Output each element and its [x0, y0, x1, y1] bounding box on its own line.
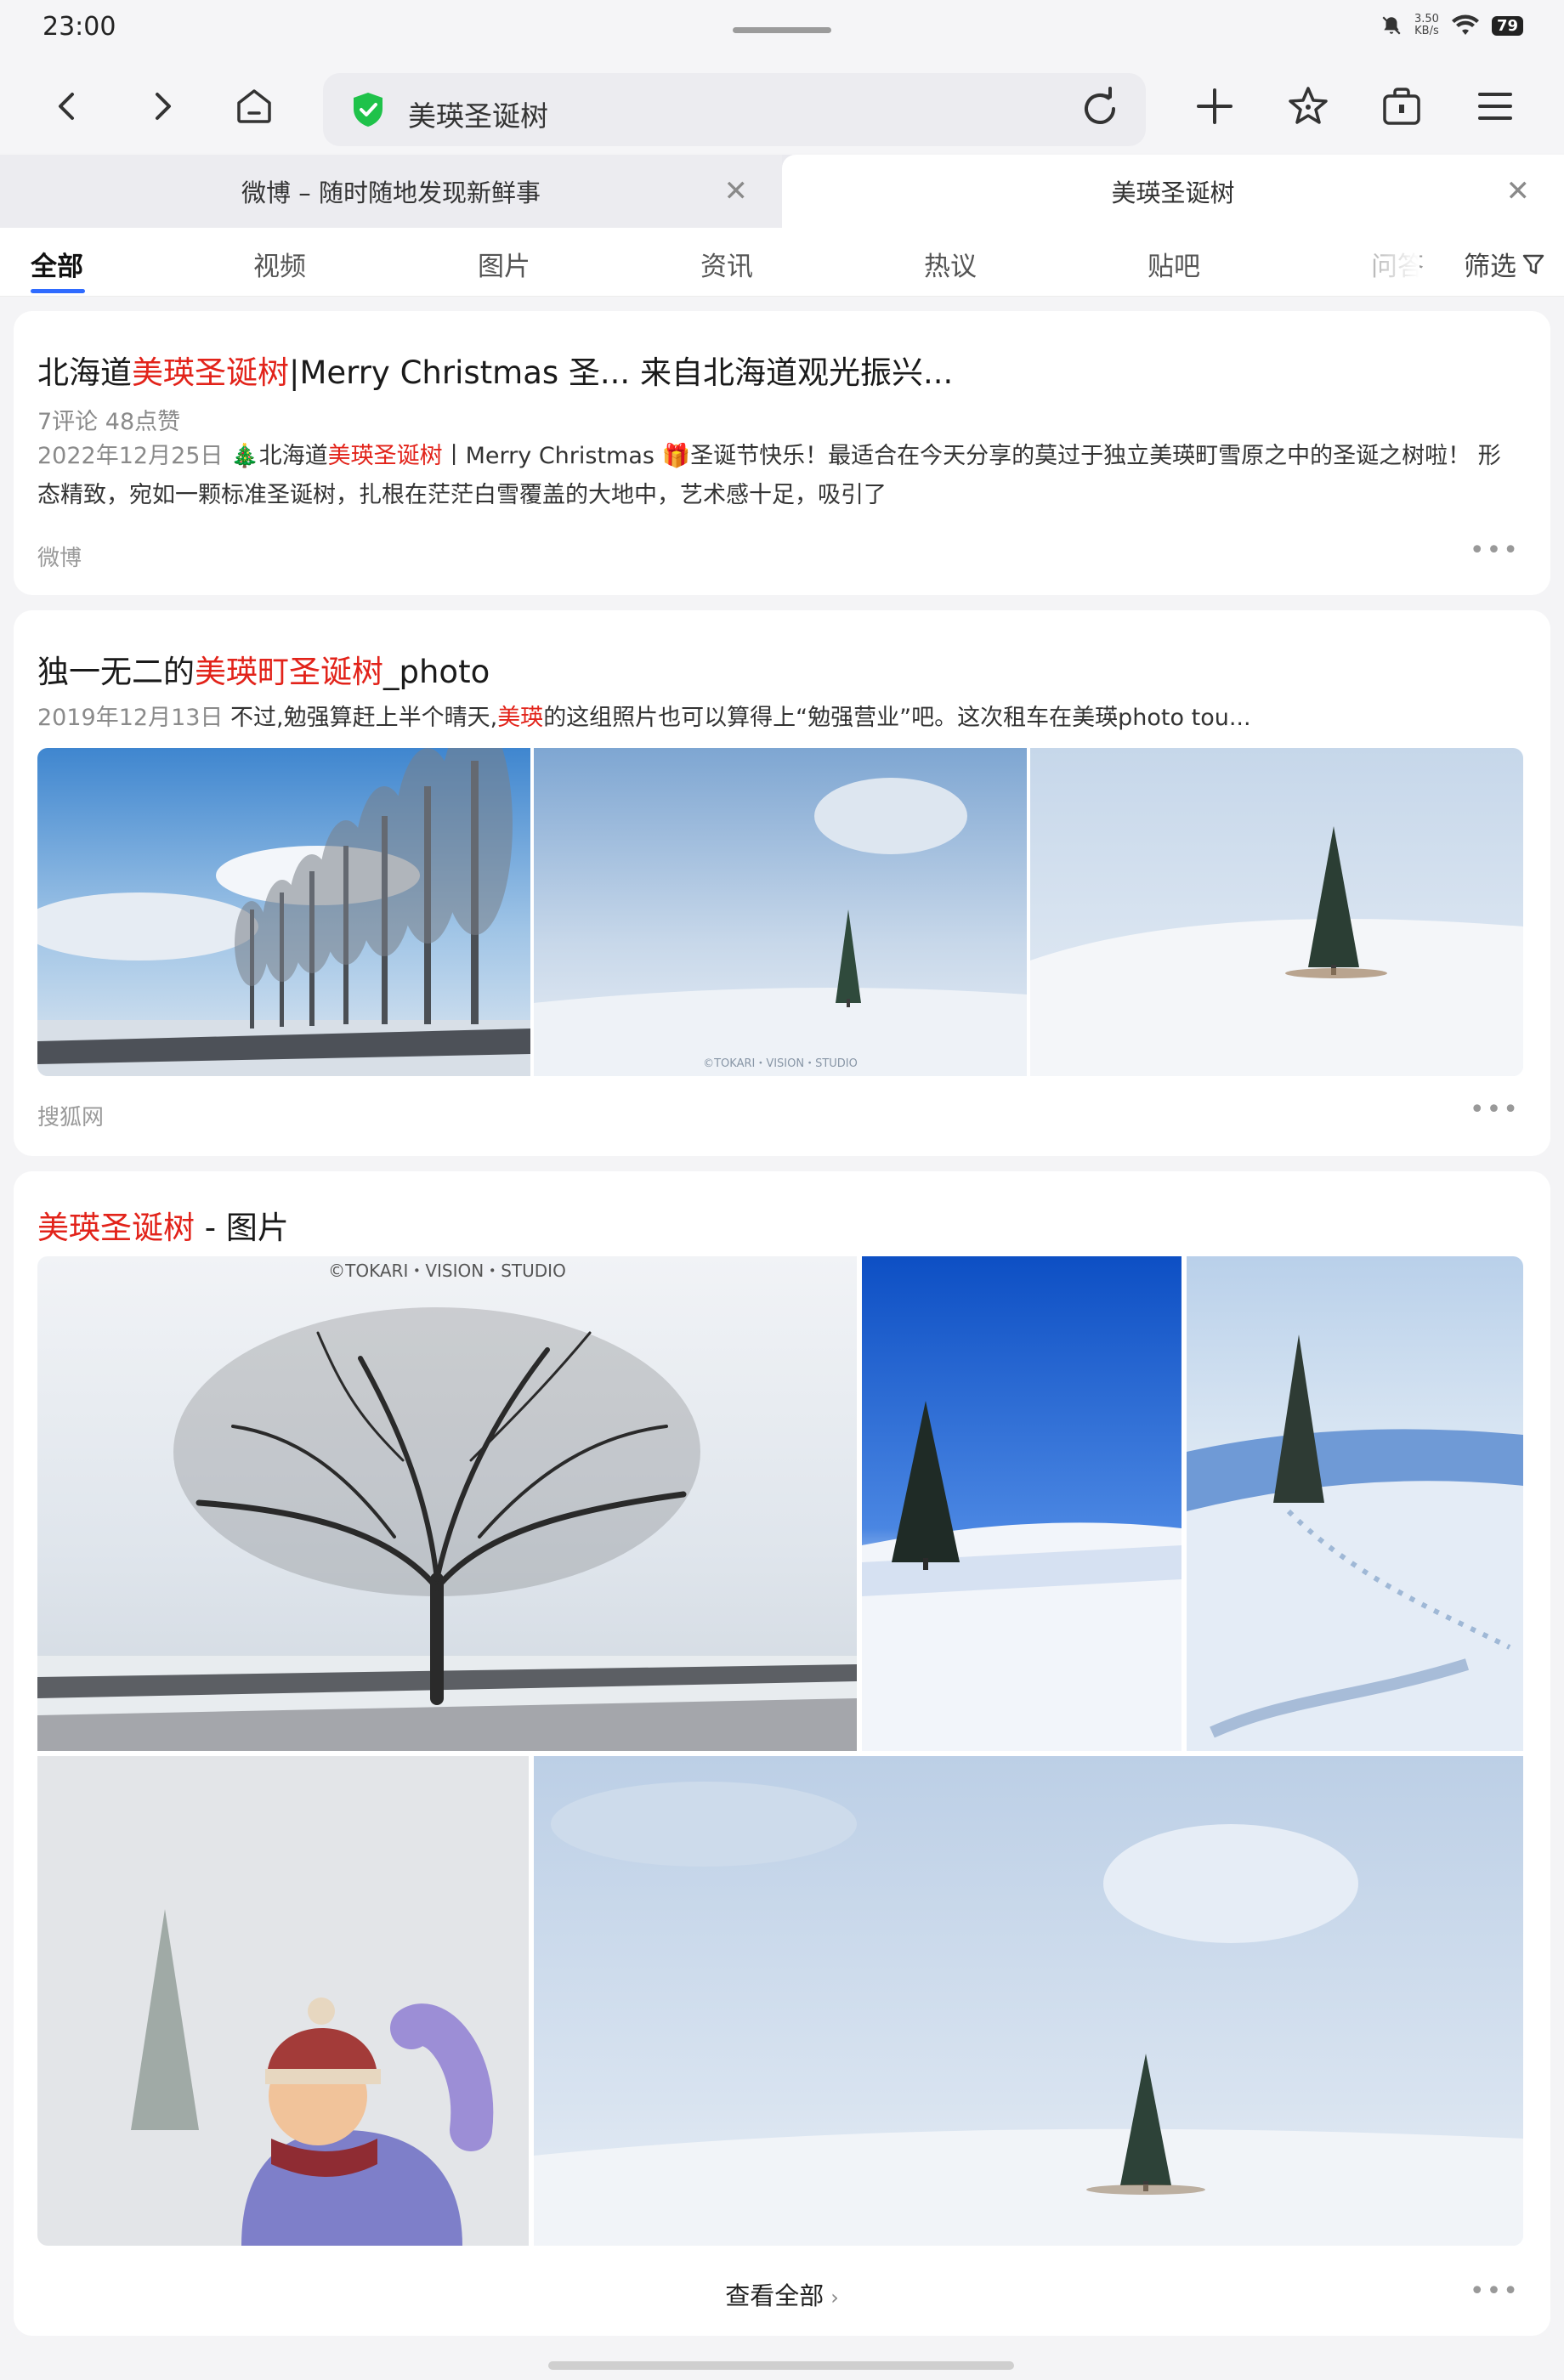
blue-sky-tree-image[interactable]	[862, 1256, 1182, 1751]
plus-icon	[1197, 88, 1232, 124]
wide-lone-tree-image[interactable]	[534, 1756, 1523, 2246]
reload-button[interactable]	[1076, 85, 1124, 136]
tab-label: 美瑛圣诞树	[1111, 178, 1235, 207]
person-with-tree-image[interactable]	[37, 1756, 529, 2246]
tab-strip: 微博 – 随时随地发现新鲜事 ✕ 美瑛圣诞树 ✕	[0, 155, 1564, 228]
snippet-text: 的这组照片也可以算得上“勉强营业”吧。这次租车在美瑛photo tou...	[543, 705, 1251, 731]
close-icon[interactable]: ✕	[1506, 177, 1531, 206]
category-discussion[interactable]: 热议	[924, 245, 977, 283]
back-icon	[59, 93, 74, 120]
browser-toolbar: 美瑛圣诞树	[0, 58, 1564, 153]
home-indicator	[548, 2361, 1014, 2370]
tab-weibo[interactable]: 微博 – 随时随地发现新鲜事 ✕	[0, 155, 782, 228]
result-meta: 7评论 48点赞	[37, 409, 181, 435]
image-result-card[interactable]: 美瑛圣诞树 - 图片 ©TOKARI・VISION・STUDIO 查看全部 › …	[14, 1171, 1550, 2336]
image-watermark: ©TOKARI・VISION・STUDIO	[328, 1261, 566, 1281]
status-bar: 23:00 3.50 KB/s 79	[0, 0, 1564, 58]
star-icon	[1289, 87, 1328, 124]
title-text: 独一无二的	[37, 654, 195, 690]
category-news[interactable]: 资讯	[700, 245, 753, 283]
category-video[interactable]: 视频	[253, 245, 306, 283]
title-text: _photo	[383, 654, 490, 690]
status-time: 23:00	[42, 12, 116, 42]
snippet-highlight: 美瑛	[497, 705, 544, 731]
tab-label: 微博 – 随时随地发现新鲜事	[241, 178, 541, 207]
result-title[interactable]: 北海道美瑛圣诞树|Merry Christmas 圣... 来自北海道观光振兴.…	[37, 347, 953, 393]
more-options-icon[interactable]: •••	[1470, 536, 1520, 565]
mute-icon	[1382, 16, 1401, 35]
home-button[interactable]	[224, 76, 284, 136]
title-highlight: 美瑛町圣诞树	[195, 654, 383, 690]
result-card[interactable]: 北海道美瑛圣诞树|Merry Christmas 圣... 来自北海道观光振兴.…	[14, 311, 1550, 595]
result-snippet: 2022年12月25日 🎄北海道美瑛圣诞树丨Merry Christmas 🎁圣…	[37, 437, 1516, 515]
back-button[interactable]	[37, 76, 97, 136]
title-text: 北海道	[37, 354, 132, 391]
wifi-icon	[1451, 14, 1479, 35]
category-all[interactable]: 全部	[31, 245, 83, 283]
category-nav: 全部 视频 图片 资讯 热议 贴吧 问答 筛选	[0, 228, 1564, 297]
result-title[interactable]: 美瑛圣诞树 - 图片	[37, 1202, 289, 1248]
more-options-icon[interactable]: •••	[1470, 1095, 1520, 1125]
forward-button[interactable]	[133, 76, 192, 136]
image-watermark: ©TOKARI・VISION・STUDIO	[703, 1057, 858, 1070]
network-speed: 3.50 KB/s	[1414, 14, 1439, 37]
title-highlight: 美瑛圣诞树	[37, 1210, 195, 1246]
more-options-icon[interactable]: •••	[1470, 2276, 1520, 2306]
result-title[interactable]: 独一无二的美瑛町圣诞树_photo	[37, 646, 490, 692]
snippet-highlight: 美瑛圣诞树	[327, 443, 443, 469]
network-speed-value: 3.50	[1414, 13, 1439, 26]
chevron-right-icon: ›	[830, 2286, 839, 2309]
filter-button[interactable]: 筛选	[1464, 245, 1545, 283]
result-card[interactable]: 独一无二的美瑛町圣诞树_photo 2019年12月13日 不过,勉强算赶上半个…	[14, 610, 1550, 1156]
category-images[interactable]: 图片	[478, 245, 530, 283]
battery-level: 79	[1491, 15, 1523, 36]
view-all-label: 查看全部	[725, 2281, 824, 2310]
menu-button[interactable]	[1465, 76, 1525, 136]
snippet-text: 不过,勉强算赶上半个晴天,	[223, 705, 498, 731]
result-snippet: 2019年12月13日 不过,勉强算赶上半个晴天,美瑛的这组照片也可以算得上“勉…	[37, 699, 1516, 738]
home-icon	[237, 89, 271, 123]
result-source: 搜狐网	[37, 1105, 105, 1130]
menu-icon	[1478, 93, 1512, 120]
network-speed-unit: KB/s	[1414, 25, 1439, 37]
close-icon[interactable]: ✕	[724, 177, 749, 206]
tree-hill-image[interactable]	[1030, 748, 1523, 1076]
address-query: 美瑛圣诞树	[408, 99, 548, 133]
snow-tracks-tree-image[interactable]	[1187, 1256, 1523, 1751]
title-text: |Merry Christmas 圣... 来自北海道观光振兴...	[289, 354, 954, 391]
active-indicator	[31, 289, 85, 293]
result-date: 2022年12月25日	[37, 443, 224, 469]
tabs-button[interactable]	[1372, 76, 1431, 136]
nav-fade	[1352, 228, 1420, 294]
view-all-button[interactable]: 查看全部 ›	[14, 2276, 1550, 2312]
reload-icon	[1085, 87, 1115, 124]
address-bar[interactable]: 美瑛圣诞树	[323, 73, 1146, 146]
birch-row-image[interactable]	[37, 748, 530, 1076]
filter-icon	[1522, 254, 1544, 274]
new-tab-button[interactable]	[1185, 76, 1244, 136]
category-tieba[interactable]: 贴吧	[1148, 245, 1200, 283]
status-icons: 3.50 KB/s 79	[1380, 14, 1523, 37]
snippet-text: 🎄北海道	[223, 443, 328, 469]
winter-tree-image[interactable]: ©TOKARI・VISION・STUDIO	[37, 1256, 857, 1751]
title-highlight: 美瑛圣诞树	[132, 354, 289, 391]
result-date: 2019年12月13日	[37, 705, 224, 731]
filter-label: 筛选	[1464, 252, 1516, 282]
result-source: 微博	[37, 546, 82, 571]
bag-icon	[1383, 88, 1420, 125]
lone-tree-image[interactable]: ©TOKARI・VISION・STUDIO	[534, 748, 1027, 1076]
drag-handle	[733, 27, 831, 33]
shield-icon	[348, 90, 388, 133]
tab-search[interactable]: 美瑛圣诞树 ✕	[782, 155, 1564, 228]
bookmark-button[interactable]	[1278, 76, 1338, 136]
forward-icon	[156, 93, 171, 120]
title-text: - 图片	[195, 1210, 289, 1246]
